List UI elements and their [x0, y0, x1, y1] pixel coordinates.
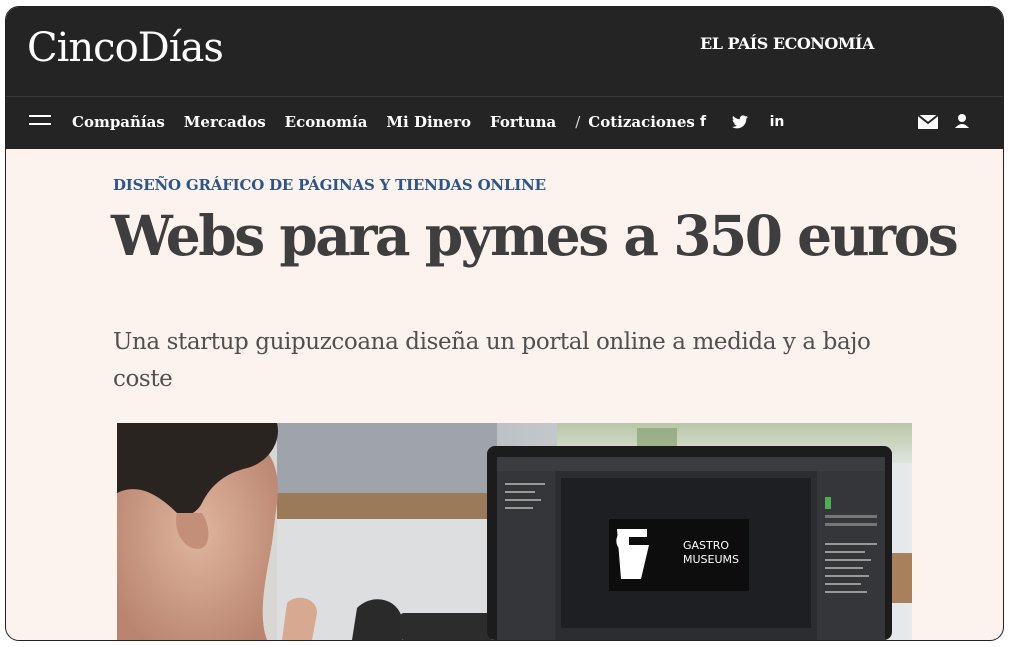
partner-logo[interactable]: EL PAÍS ECONOMÍA: [700, 34, 874, 53]
article-title: Webs para pymes a 350 euros: [111, 203, 959, 268]
linkedin-icon[interactable]: in: [766, 112, 788, 132]
nav-links: Compañías Mercados Economía Mi Dinero Fo…: [72, 113, 714, 131]
hamburger-menu-icon[interactable]: [29, 115, 51, 129]
article-kicker[interactable]: DISEÑO GRÁFICO DE PÁGINAS Y TIENDAS ONLI…: [113, 176, 546, 194]
browser-frame: CincoDías EL PAÍS ECONOMÍA Compañías Mer…: [5, 6, 1004, 641]
social-links: f in: [692, 112, 788, 132]
nav-item-mercados[interactable]: Mercados: [184, 113, 266, 131]
twitter-icon[interactable]: [729, 112, 751, 132]
article-subtitle: Una startup guipuzcoana diseña un portal…: [113, 329, 871, 392]
screen-logo-line2: MUSEUMS: [683, 553, 739, 566]
nav-item-cotizaciones[interactable]: Cotizaciones: [588, 113, 695, 131]
screen-logo-line1: GASTRO: [683, 539, 729, 552]
main-nav: Compañías Mercados Economía Mi Dinero Fo…: [6, 97, 1003, 149]
account-tools: [918, 113, 970, 131]
nav-item-fortuna[interactable]: Fortuna: [490, 113, 556, 131]
nav-item-economia[interactable]: Economía: [285, 113, 368, 131]
photo-scene: GASTRO MUSEUMS: [117, 423, 912, 640]
facebook-icon[interactable]: f: [692, 112, 714, 132]
nav-separator: /: [575, 113, 581, 131]
nav-item-companias[interactable]: Compañías: [72, 113, 165, 131]
site-logo[interactable]: CincoDías: [27, 25, 224, 71]
user-icon[interactable]: [954, 113, 970, 131]
nav-item-mi-dinero[interactable]: Mi Dinero: [386, 113, 471, 131]
masthead: CincoDías EL PAÍS ECONOMÍA: [6, 7, 1003, 97]
article-photo: GASTRO MUSEUMS: [117, 423, 912, 640]
mail-icon[interactable]: [918, 113, 938, 131]
